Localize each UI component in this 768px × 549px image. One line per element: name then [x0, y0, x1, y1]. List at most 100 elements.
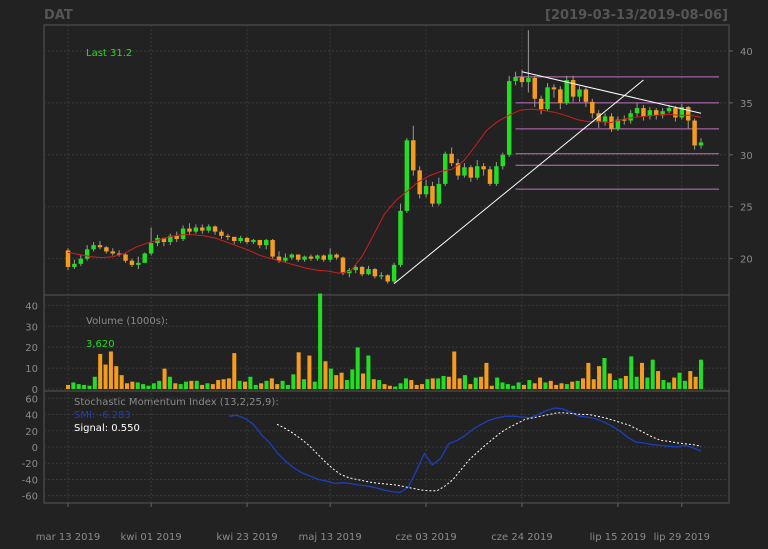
volume-bar — [414, 384, 419, 389]
volume-bar — [661, 380, 666, 389]
volume-bar — [527, 380, 532, 389]
volume-bar — [393, 386, 398, 389]
volume-bar — [312, 381, 317, 389]
x-tick-label: lip 15 2019 — [590, 532, 646, 543]
x-tick-label: kwi 23 2019 — [216, 532, 277, 543]
volume-bar — [570, 381, 575, 389]
candle-body — [673, 108, 678, 118]
volume-bar — [285, 384, 290, 389]
candle-body — [423, 185, 429, 195]
volume-bar — [87, 385, 92, 389]
x-tick-label: lip 29 2019 — [654, 532, 710, 543]
smi-tick-label: -40 — [22, 475, 38, 486]
x-tick-label: kwi 01 2019 — [120, 532, 181, 543]
price-tick-label: 20 — [740, 255, 753, 266]
volume-title: Volume (1000s): — [86, 316, 168, 327]
candle-body — [219, 231, 224, 236]
volume-bar — [586, 362, 591, 389]
volume-bar — [409, 380, 414, 389]
volume-bar — [371, 379, 376, 389]
volume-bar — [403, 378, 408, 389]
volume-bar — [441, 375, 446, 389]
candle-body — [513, 76, 518, 82]
volume-bar — [634, 376, 639, 389]
volume-bar — [108, 351, 113, 389]
volume-bar — [237, 380, 242, 389]
volume-bar — [484, 362, 489, 389]
smi-tick-label: -20 — [22, 459, 38, 470]
candle-body — [398, 210, 403, 265]
candle-body — [91, 245, 96, 250]
smi-tick-label: 0 — [32, 443, 38, 454]
candle-body — [411, 140, 416, 171]
volume-bar — [302, 379, 307, 389]
candle-body — [142, 253, 147, 263]
volume-bar — [479, 376, 484, 389]
volume-bar — [221, 379, 226, 389]
volume-bar — [119, 375, 124, 389]
volume-bar — [130, 381, 135, 389]
candle-body — [340, 257, 346, 274]
candle-body — [474, 166, 480, 178]
candle-body — [97, 245, 103, 248]
smi-tick-label: 40 — [25, 411, 38, 422]
volume-tick-label: 20 — [25, 343, 38, 354]
candle-body — [123, 254, 128, 261]
volume-bar — [575, 380, 580, 389]
volume-bar — [280, 380, 285, 389]
volume-bar — [489, 385, 494, 389]
chart-title: DAT — [44, 8, 73, 23]
volume-bar — [103, 364, 108, 389]
volume-bar — [253, 384, 258, 389]
candle-body — [385, 275, 390, 282]
volume-bar — [350, 369, 355, 389]
volume-bar — [452, 351, 457, 389]
candle-body — [558, 89, 563, 103]
candle-body — [321, 255, 326, 260]
candle-body — [193, 227, 199, 232]
volume-bar — [618, 378, 623, 389]
candle-body — [628, 113, 633, 121]
volume-value: 3,620 — [86, 339, 115, 350]
price-tick-label: 40 — [740, 47, 753, 58]
volume-bar — [645, 377, 650, 389]
price-tick-label: 25 — [740, 203, 753, 214]
candle-body — [263, 239, 269, 246]
candle-body — [391, 264, 397, 282]
candle-body — [200, 227, 205, 231]
volume-bar — [98, 353, 103, 389]
volume-bar — [184, 381, 189, 389]
candle-body — [436, 183, 442, 204]
candle-body — [500, 154, 506, 167]
x-tick-label: cze 24 2019 — [491, 532, 552, 543]
candle-body — [481, 166, 486, 170]
volume-bar — [580, 378, 585, 389]
smi-title: Stochastic Momentum Index (13,2,25,9): — [74, 397, 279, 408]
volume-bar — [124, 383, 130, 389]
volume-bar — [323, 361, 328, 389]
volume-tick-label: 40 — [25, 301, 38, 312]
volume-bar — [355, 347, 360, 389]
volume-tick-label: 10 — [25, 364, 38, 375]
candle-body — [551, 87, 557, 90]
price-tick-label: 35 — [740, 99, 753, 110]
volume-bar — [666, 382, 671, 389]
x-tick-label: mar 13 2019 — [36, 532, 101, 543]
volume-bar — [629, 356, 634, 389]
date-range: [2019-03-13/2019-08-06] — [545, 8, 728, 23]
volume-bar — [344, 380, 349, 389]
volume-bar — [591, 379, 596, 389]
volume-bar — [328, 368, 333, 389]
volume-bar — [318, 293, 323, 389]
candle-body — [270, 239, 275, 257]
candle-body — [654, 110, 659, 116]
volume-bar — [457, 378, 462, 389]
candle-body — [72, 263, 77, 267]
volume-bar — [296, 352, 301, 389]
candle-body — [366, 269, 371, 275]
candle-body — [468, 167, 474, 178]
volume-bar — [468, 384, 473, 389]
stock-chart: DAT [2019-03-13/2019-08-06] 20 25 30 35 40 0 1… — [0, 0, 768, 549]
volume-bar — [656, 371, 661, 389]
candle-body — [577, 89, 582, 97]
